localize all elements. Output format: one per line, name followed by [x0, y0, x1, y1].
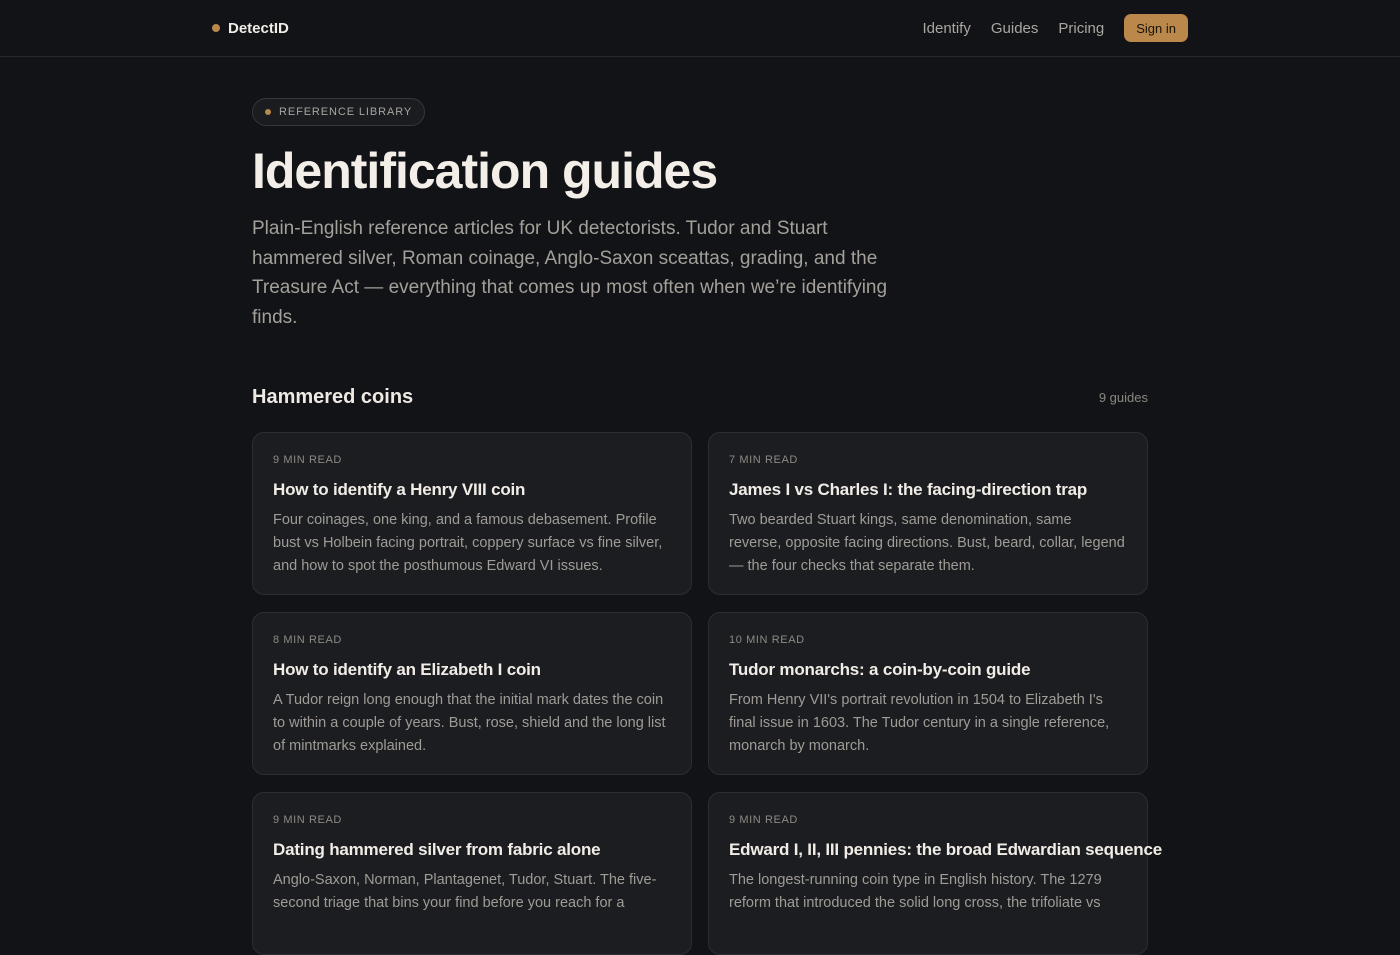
- guide-title: Tudor monarchs: a coin-by-coin guide: [729, 660, 1031, 679]
- guide-title: How to identify a Henry VIII coin: [273, 480, 526, 499]
- sign-in-button[interactable]: Sign in: [1124, 14, 1188, 42]
- guide-card[interactable]: 9 MIN READ Edward I, II, III pennies: th…: [708, 792, 1162, 955]
- read-time: 7 MIN READ: [729, 454, 798, 466]
- guide-description: Anglo-Saxon, Norman, Plantagenet, Tudor,…: [273, 872, 657, 911]
- main-content: REFERENCE LIBRARY Identification guides …: [252, 98, 1162, 955]
- read-time: 9 MIN READ: [729, 814, 798, 826]
- guide-title: How to identify an Elizabeth I coin: [273, 660, 541, 679]
- guide-card[interactable]: 9 MIN READ Dating hammered silver from f…: [252, 792, 692, 955]
- read-time: 8 MIN READ: [273, 634, 342, 646]
- section-header: Hammered coins 9 guides: [252, 382, 1148, 412]
- guide-description: Four coinages, one king, and a famous de…: [273, 512, 663, 574]
- guide-description: From Henry VII's portrait revolution in …: [729, 692, 1110, 754]
- guide-grid: 9 MIN READ How to identify a Henry VIII …: [252, 432, 1162, 955]
- read-time: 9 MIN READ: [273, 814, 342, 826]
- guide-description: The longest-running coin type in English…: [729, 872, 1102, 911]
- guide-title: Edward I, II, III pennies: the broad Edw…: [729, 840, 1162, 859]
- brand-logo[interactable]: DetectID: [212, 19, 289, 37]
- read-time: 10 MIN READ: [729, 634, 805, 646]
- guide-card[interactable]: 8 MIN READ How to identify an Elizabeth …: [252, 612, 692, 775]
- nav-link-pricing[interactable]: Pricing: [1058, 20, 1104, 37]
- guide-title: Dating hammered silver from fabric alone: [273, 840, 601, 859]
- brand-dot-icon: [212, 24, 220, 32]
- guide-description: A Tudor reign long enough that the initi…: [273, 692, 666, 754]
- nav-link-identify[interactable]: Identify: [922, 20, 970, 37]
- guide-card[interactable]: 10 MIN READ Tudor monarchs: a coin-by-co…: [708, 612, 1148, 775]
- guide-title: James I vs Charles I: the facing-directi…: [729, 480, 1088, 499]
- read-time: 9 MIN READ: [273, 454, 342, 466]
- page-title: Identification guides: [252, 143, 718, 199]
- top-nav: DetectID Identify Guides Pricing Sign in: [0, 0, 1400, 57]
- guide-count: 9 guides: [1098, 389, 1148, 405]
- guide-card[interactable]: 9 MIN READ How to identify a Henry VIII …: [252, 432, 692, 595]
- guide-card[interactable]: 7 MIN READ James I vs Charles I: the fac…: [708, 432, 1148, 595]
- reference-library-badge: REFERENCE LIBRARY: [252, 98, 426, 126]
- nav-links: Identify Guides Pricing Sign in: [922, 14, 1188, 42]
- guide-description: Two bearded Stuart kings, same denominat…: [729, 512, 1125, 574]
- section-title: Hammered coins: [252, 385, 414, 408]
- page-intro: Plain-English reference articles for UK …: [252, 218, 888, 328]
- badge-dot-icon: [265, 109, 271, 115]
- brand-name: DetectID: [228, 19, 289, 37]
- nav-link-guides[interactable]: Guides: [991, 20, 1039, 37]
- badge-label: REFERENCE LIBRARY: [279, 106, 413, 118]
